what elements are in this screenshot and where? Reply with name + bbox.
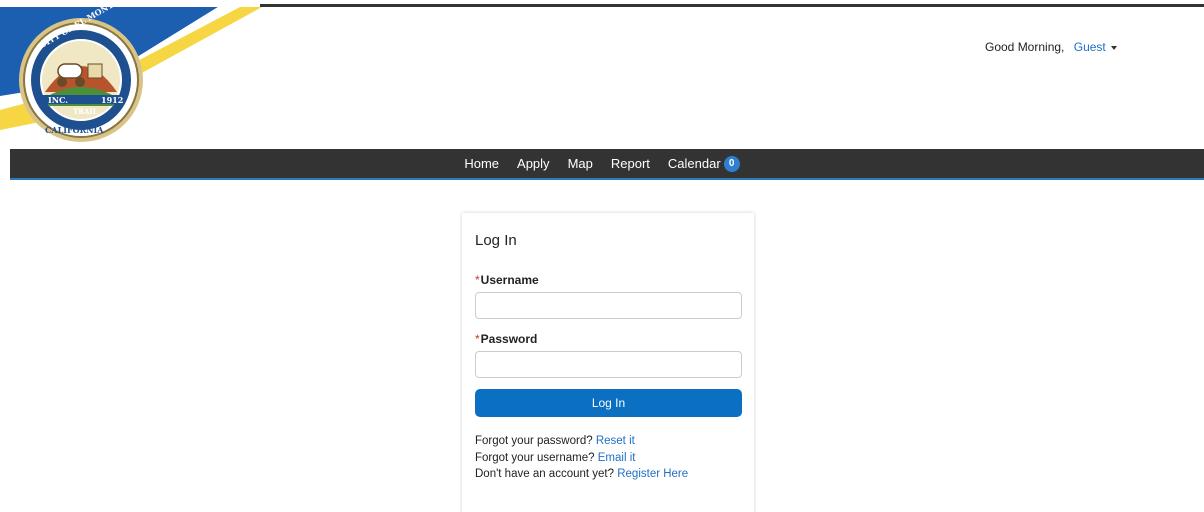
username-label-text: Username xyxy=(480,273,539,287)
nav-item-map[interactable]: Map xyxy=(559,156,602,172)
svg-text:1912: 1912 xyxy=(101,95,123,105)
nav-label: Map xyxy=(567,156,593,171)
nav-item-report[interactable]: Report xyxy=(602,156,659,172)
username-label: *Username xyxy=(475,273,539,287)
nav-item-apply[interactable]: Apply xyxy=(508,156,559,172)
user-menu[interactable]: Guest xyxy=(1073,40,1118,54)
password-label-text: Password xyxy=(480,332,538,346)
password-input[interactable] xyxy=(475,351,742,378)
login-card: Log In *Username *Password Log In Forgot… xyxy=(462,213,754,512)
svg-text:INC.: INC. xyxy=(48,95,68,105)
nav-label: Apply xyxy=(517,156,550,171)
login-button[interactable]: Log In xyxy=(475,389,742,417)
svg-text:TRAIL: TRAIL xyxy=(73,107,98,116)
calendar-count-badge: 0 xyxy=(723,155,740,172)
forgot-password-line: Forgot your password? Reset it xyxy=(475,435,635,447)
register-link[interactable]: Register Here xyxy=(617,468,688,480)
main-nav: Home Apply Map Report Calendar 0 xyxy=(10,149,1204,180)
required-marker: * xyxy=(475,273,480,287)
greeting-text: Good Morning, xyxy=(985,40,1065,54)
register-line: Don't have an account yet? Register Here xyxy=(475,468,688,480)
city-banner: INC. 1912 TRAIL CITY OF EL MONTE CALIFOR… xyxy=(0,0,262,142)
nav-label: Calendar xyxy=(667,156,721,171)
forgot-username-line: Forgot your username? Email it xyxy=(475,452,635,464)
login-title: Log In xyxy=(475,232,517,249)
no-account-text: Don't have an account yet? xyxy=(475,468,615,480)
password-label: *Password xyxy=(475,332,537,346)
caret-down-icon xyxy=(1111,45,1118,50)
svg-text:CALIFORNIA: CALIFORNIA xyxy=(45,125,104,135)
site-header: INC. 1912 TRAIL CITY OF EL MONTE CALIFOR… xyxy=(0,0,1204,149)
username-input[interactable] xyxy=(475,292,742,319)
forgot-password-text: Forgot your password? xyxy=(475,435,593,447)
reset-password-link[interactable]: Reset it xyxy=(596,435,635,447)
required-marker: * xyxy=(475,332,480,346)
forgot-username-text: Forgot your username? xyxy=(475,452,595,464)
email-username-link[interactable]: Email it xyxy=(598,452,636,464)
nav-item-calendar[interactable]: Calendar 0 xyxy=(659,155,749,172)
nav-label: Home xyxy=(464,156,500,171)
greeting: Good Morning, Guest xyxy=(985,40,1118,54)
nav-label: Report xyxy=(610,156,650,171)
user-menu-label: Guest xyxy=(1073,40,1106,54)
nav-list: Home Apply Map Report Calendar 0 xyxy=(455,155,749,172)
nav-item-home[interactable]: Home xyxy=(455,156,508,172)
